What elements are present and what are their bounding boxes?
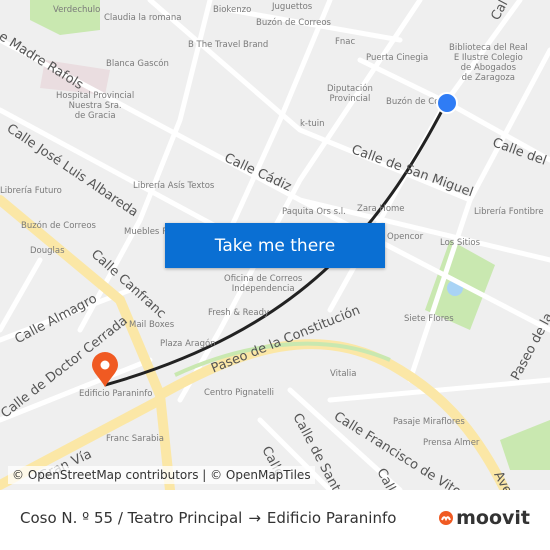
map[interactable]: e Madre Rafols Calle José Luis Albareda … — [0, 0, 550, 490]
poi-label: Zara Home — [357, 204, 405, 214]
poi-label: Claudia la romana — [104, 13, 182, 23]
moovit-logo-icon — [439, 511, 454, 525]
route-summary: Coso N. º 55 / Teatro Principal → Edific… — [20, 509, 396, 527]
poi-label: k-tuin — [300, 119, 325, 129]
poi-label: Vitalia — [330, 369, 357, 379]
poi-label: Biokenzo — [213, 5, 252, 15]
poi-label: Opencor — [387, 232, 424, 242]
destination-pin-icon[interactable] — [91, 352, 119, 388]
poi-label: Librería Asís Textos — [133, 181, 215, 191]
poi-label: Paquita Ors s.l. — [282, 207, 346, 217]
poi-label: Mail Boxes — [129, 320, 175, 330]
poi-label: Verdechulo — [53, 5, 101, 15]
poi-label: Siete Flores — [404, 314, 454, 324]
moovit-wordmark: moovit — [456, 507, 530, 529]
poi-label: Buzón de Co — [386, 97, 440, 107]
arrow-right-icon: → — [248, 509, 261, 527]
poi-label: Fresh & Ready — [208, 308, 270, 318]
poi-label: Librería Futuro — [0, 186, 62, 196]
destination-name: Edificio Paraninfo — [266, 509, 397, 527]
poi-label: Centro Pignatelli — [204, 388, 275, 398]
poi-label: Librería Fontibre — [474, 207, 544, 217]
poi-label: Buzón de Correos — [256, 18, 331, 28]
poi-label: Muebles R — [124, 227, 168, 237]
poi-label: Fnac — [335, 37, 356, 47]
take-me-there-button[interactable]: Take me there — [165, 223, 385, 268]
poi-label: Biblioteca del Real E Ilustre Colegio de… — [449, 43, 528, 83]
poi-label: Plaza Aragón — [160, 339, 216, 349]
poi-label: Edificio Paraninfo — [79, 389, 153, 399]
poi-label: Hospital Provincial Nuestra Sra. de Grac… — [56, 91, 135, 121]
poi-label: Los Sitios — [440, 238, 480, 248]
poi-label: Prensa Almer — [423, 438, 480, 448]
poi-label: Oficina de Correos Independencia — [224, 274, 303, 294]
origin-name: Coso N. º 55 / Teatro Principal — [20, 509, 243, 527]
poi-label: Diputación Provincial — [327, 84, 373, 104]
origin-marker[interactable] — [436, 92, 458, 114]
poi-label: Buzón de Correos — [21, 221, 96, 231]
map-attribution[interactable]: © OpenStreetMap contributors | © OpenMap… — [8, 466, 315, 484]
poi-label: Juguettos — [272, 2, 313, 12]
footer: Coso N. º 55 / Teatro Principal → Edific… — [0, 490, 550, 550]
poi-label: B The Travel Brand — [188, 40, 269, 50]
park — [500, 420, 550, 470]
moovit-logo: moovit — [438, 507, 530, 529]
poi-label: Puerta Cinegia — [366, 53, 429, 63]
poi-label: Douglas — [30, 246, 65, 256]
poi-label: Franc Sarabia — [106, 434, 165, 444]
poi-label: Blanca Gascón — [106, 59, 169, 69]
poi-label: Pasaje Miraflores — [393, 417, 465, 427]
